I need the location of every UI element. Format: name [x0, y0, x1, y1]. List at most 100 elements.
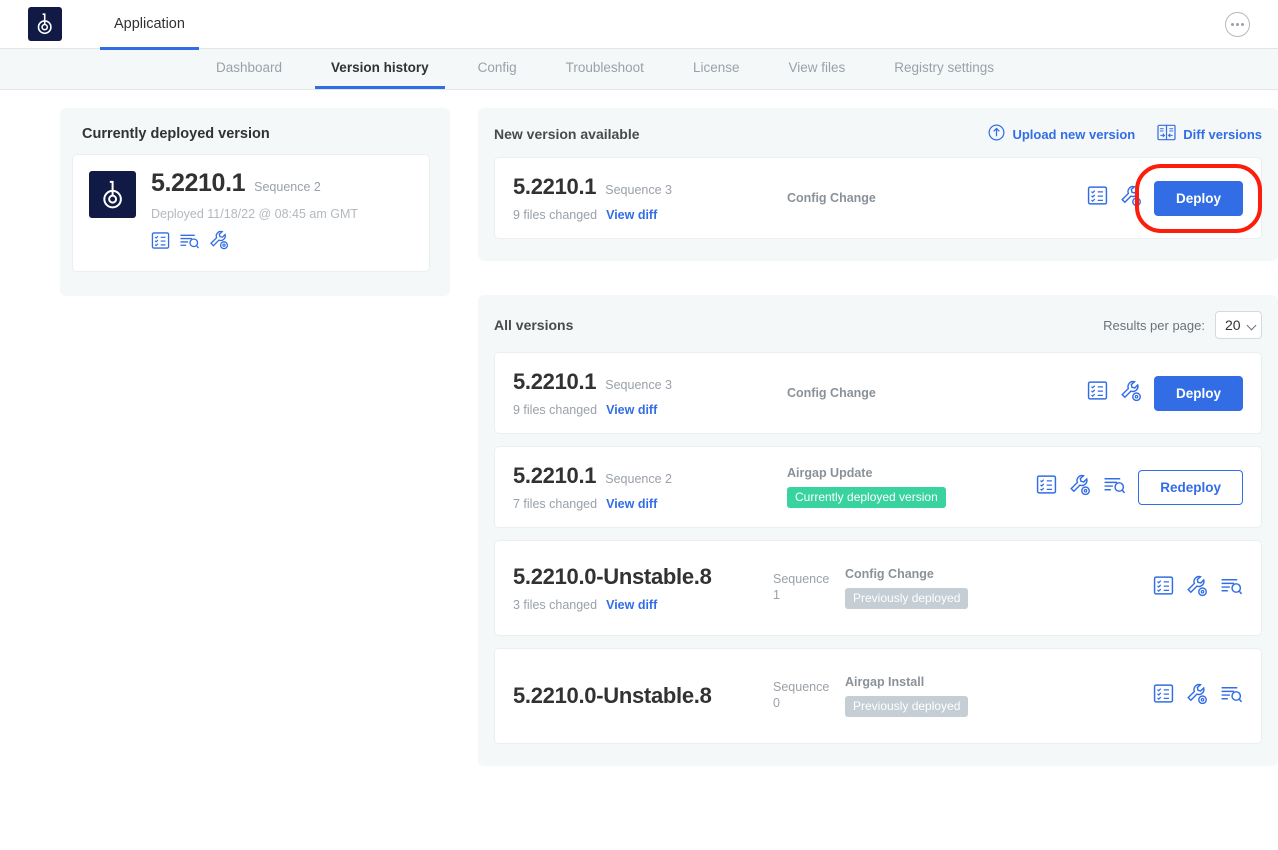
files-changed-label: 9 files changed [513, 208, 598, 222]
view-diff-link[interactable]: View diff [606, 208, 657, 222]
upload-new-version-label: Upload new version [1012, 126, 1136, 142]
troubleshoot-wrench-icon[interactable] [1120, 185, 1142, 212]
troubleshoot-wrench-icon[interactable] [1186, 683, 1208, 710]
logs-icon[interactable] [1220, 683, 1243, 709]
deploy-button[interactable]: Deploy [1153, 375, 1243, 411]
nav-label: Version history [331, 60, 429, 75]
sidebar-item-registry-settings[interactable]: Registry settings [878, 49, 1010, 89]
version-line: 5.2210.1 Sequence 3 [513, 369, 773, 395]
view-diff-link[interactable]: View diff [606, 598, 657, 612]
config-checklist-icon[interactable] [1153, 683, 1174, 709]
config-checklist-icon[interactable] [1087, 185, 1108, 211]
files-changed-label: 3 files changed [513, 598, 598, 613]
status-type: Airgap Update [787, 466, 873, 480]
new-version-title: New version available [494, 126, 640, 142]
files-changed-label: 7 files changed [513, 497, 598, 511]
config-checklist-icon[interactable] [1087, 380, 1108, 406]
results-per-page-select-wrapper: 20 [1215, 311, 1262, 339]
logs-icon[interactable] [1220, 575, 1243, 601]
diff-versions-button[interactable]: Diff versions [1157, 124, 1262, 144]
dot [1236, 23, 1239, 26]
results-per-page: Results per page: 20 [1103, 311, 1262, 339]
sidebar-item-config[interactable]: Config [462, 49, 533, 89]
row-sequence: Sequence 3 [605, 183, 672, 197]
sidebar-item-license[interactable]: License [677, 49, 756, 89]
status-cell: Config Change [773, 191, 1087, 205]
new-version-row: 5.2210.1 Sequence 3 9 files changed View… [494, 157, 1262, 239]
files-changed-line: 7 files changed View diff [513, 497, 773, 511]
results-per-page-select[interactable]: 20 [1215, 311, 1262, 339]
version-cell: 5.2210.1 Sequence 3 9 files changed View… [513, 369, 773, 417]
nav-label: Registry settings [894, 60, 995, 75]
row-sequence: Sequence 2 [605, 472, 672, 486]
redeploy-button[interactable]: Redeploy [1138, 469, 1243, 505]
status-badge: Previously deployed [845, 696, 969, 717]
row-sequence: Sequence 0 [773, 680, 830, 710]
all-versions-header: All versions Results per page: 20 [494, 311, 1262, 339]
all-versions-title: All versions [494, 317, 574, 333]
files-changed-line: 9 files changed View diff [513, 403, 773, 417]
status-cell: Config Change Previously deployed [831, 567, 1153, 609]
deployed-details: 5.2210.1 Sequence 2 Deployed 11/18/22 @ … [151, 171, 358, 255]
version-line: 5.2210.1 Sequence 3 [513, 174, 773, 200]
row-actions [1153, 683, 1243, 710]
deployed-action-icons [151, 230, 358, 255]
version-line: 5.2210.1 Sequence 2 [513, 463, 773, 489]
versions-list: 5.2210.1 Sequence 3 9 files changed View… [494, 352, 1262, 744]
new-version-header: New version available Upload new version… [494, 124, 1262, 144]
table-row: 5.2210.0-Unstable.8 3 files changed View… [494, 540, 1262, 636]
upload-new-version-button[interactable]: Upload new version [988, 124, 1135, 144]
diff-versions-icon [1157, 124, 1176, 144]
view-diff-link[interactable]: View diff [606, 403, 657, 417]
config-checklist-icon[interactable] [1153, 575, 1174, 601]
nav-label: View files [788, 60, 846, 75]
table-row: 5.2210.1 Sequence 3 9 files changed View… [494, 352, 1262, 434]
troubleshoot-wrench-icon[interactable] [1120, 380, 1142, 407]
dot [1241, 23, 1244, 26]
troubleshoot-wrench-icon[interactable] [1069, 474, 1091, 501]
nav-label: Config [477, 60, 517, 75]
more-options-icon[interactable] [1225, 12, 1250, 37]
sidebar-item-version-history[interactable]: Version history [315, 49, 445, 89]
version-line: 5.2210.1 Sequence 2 [151, 171, 358, 196]
logs-icon[interactable] [1103, 474, 1126, 500]
row-version: 5.2210.1 [513, 369, 597, 394]
status-cell: Airgap Install Previously deployed [831, 675, 1153, 717]
nav-label: License [692, 60, 740, 75]
sidebar-item-troubleshoot[interactable]: Troubleshoot [550, 49, 660, 89]
row-version: 5.2210.0-Unstable.8 [513, 682, 712, 708]
row-actions [1153, 575, 1243, 602]
status-type: Config Change [787, 191, 876, 205]
row-actions: Deploy [1087, 375, 1243, 411]
version-cell: 5.2210.1 Sequence 3 9 files changed View… [513, 174, 773, 222]
version-cell: 5.2210.1 Sequence 2 7 files changed View… [513, 463, 773, 511]
currently-deployed-panel: Currently deployed version 5.2210.1 Sequ… [60, 108, 450, 296]
version-cell: 5.2210.0-Unstable.8 [513, 683, 773, 709]
troubleshoot-wrench-icon[interactable] [1186, 575, 1208, 602]
config-checklist-icon[interactable] [1036, 474, 1057, 500]
dot [1231, 23, 1234, 26]
status-badge: Currently deployed version [787, 487, 946, 508]
logs-icon[interactable] [179, 231, 200, 255]
files-changed-line: 9 files changed View diff [513, 208, 773, 222]
left-column: Currently deployed version 5.2210.1 Sequ… [60, 108, 450, 296]
tab-application[interactable]: Application [100, 1, 199, 50]
page-title: Currently deployed version [82, 126, 270, 142]
top-bar: Application [0, 0, 1278, 50]
all-versions-panel: All versions Results per page: 20 5.2210… [478, 295, 1278, 766]
status-type: Config Change [845, 567, 934, 581]
table-row: 5.2210.1 Sequence 2 7 files changed View… [494, 446, 1262, 528]
app-tab-label: Application [114, 15, 185, 32]
status-cell: Airgap Update Currently deployed version [773, 466, 1036, 508]
page-content: Currently deployed version 5.2210.1 Sequ… [0, 90, 1278, 766]
app-logo-b-icon [28, 7, 62, 41]
sidebar-item-view-files[interactable]: View files [772, 49, 861, 89]
deploy-button[interactable]: Deploy [1153, 180, 1243, 216]
deployed-timestamp: Deployed 11/18/22 @ 08:45 am GMT [151, 207, 359, 221]
row-sequence: Sequence 1 [773, 572, 830, 602]
view-diff-link[interactable]: View diff [606, 497, 657, 511]
sidebar-item-dashboard[interactable]: Dashboard [200, 49, 298, 89]
row-version: 5.2210.1 [513, 174, 597, 199]
config-checklist-icon[interactable] [151, 231, 170, 255]
troubleshoot-wrench-icon[interactable] [209, 230, 229, 255]
